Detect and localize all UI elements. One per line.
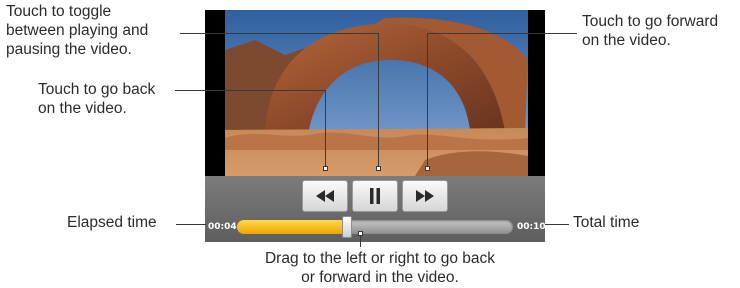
callout-back-line-2: on the video. — [38, 100, 127, 117]
callout-drag: Drag to the left or right to go back or … — [240, 249, 520, 287]
callout-back: Touch to go back on the video. — [38, 80, 155, 118]
callout-forward-line-2: on the video. — [582, 32, 671, 49]
leader-line-drag — [360, 235, 361, 247]
callout-toggle-line-2: between playing and — [6, 22, 149, 39]
fast-forward-icon — [416, 190, 434, 202]
leader-line-elapsed — [176, 224, 206, 225]
leader-dot-forward — [425, 166, 430, 171]
video-arch-image — [225, 10, 528, 176]
elapsed-time-label: 00:04 — [208, 222, 237, 232]
callout-total: Total time — [573, 214, 640, 231]
leader-line-back-h — [175, 90, 325, 91]
leader-dot-back — [323, 166, 328, 171]
leader-line-total — [545, 224, 569, 225]
callout-drag-line-2: or forward in the video. — [301, 269, 459, 286]
video-frame[interactable] — [225, 10, 528, 176]
leader-line-forward-h — [427, 33, 577, 34]
callout-toggle-line-3: pausing the video. — [6, 41, 132, 58]
seek-bar[interactable] — [237, 216, 513, 238]
seek-bar-handle[interactable] — [342, 216, 352, 238]
fast-forward-button[interactable] — [402, 180, 448, 212]
leader-line-toggle-h — [180, 33, 378, 34]
callout-back-line-1: Touch to go back — [38, 81, 156, 98]
leader-line-forward-v — [427, 33, 428, 168]
callout-toggle-line-1: Touch to toggle — [6, 3, 112, 20]
callout-forward: Touch to go forward on the video. — [582, 12, 718, 50]
leader-dot-toggle — [376, 166, 381, 171]
pause-icon — [370, 188, 380, 204]
total-time-label: 00:10 — [517, 222, 545, 232]
callout-elapsed: Elapsed time — [67, 214, 157, 231]
callout-drag-line-1: Drag to the left or right to go back — [264, 250, 496, 267]
leader-line-toggle-v — [378, 33, 379, 168]
video-player: 00:04 00:10 — [205, 10, 545, 242]
seek-bar-progress — [237, 220, 347, 234]
rewind-button[interactable] — [302, 180, 348, 212]
callout-forward-line-1: Touch to go forward — [582, 13, 719, 30]
leader-dot-drag — [358, 231, 363, 236]
leader-line-back-v — [325, 90, 326, 168]
rewind-icon — [316, 190, 334, 202]
play-pause-button[interactable] — [352, 180, 398, 212]
callout-toggle: Touch to toggle between playing and paus… — [6, 2, 148, 59]
